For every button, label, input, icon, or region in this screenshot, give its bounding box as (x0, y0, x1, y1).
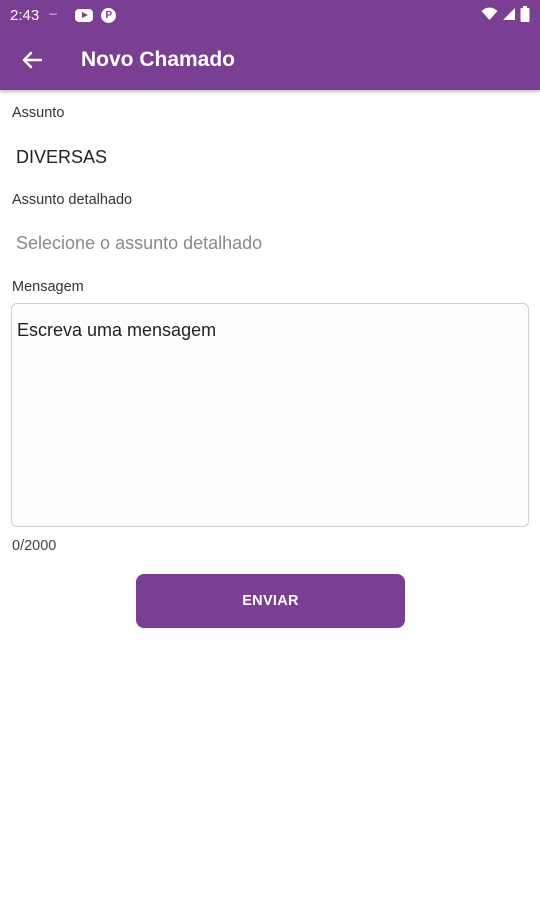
battery-icon (520, 6, 530, 22)
send-button[interactable]: ENVIAR (136, 574, 405, 628)
page-title: Novo Chamado (81, 48, 236, 71)
data-saver-icon: -·- (49, 9, 57, 20)
message-char-counter: 0/2000 (12, 538, 57, 554)
arrow-left-icon (22, 51, 42, 69)
back-button[interactable] (0, 30, 64, 90)
message-input[interactable]: Escreva uma mensagem (11, 303, 529, 527)
p-app-icon: P (101, 7, 117, 23)
status-bar: 2:43 -·- P (0, 0, 540, 30)
signal-icon (503, 8, 515, 20)
subject-select[interactable]: DIVERSAS (16, 147, 107, 168)
message-label: Mensagem (12, 279, 84, 295)
status-time: 2:43 (10, 6, 40, 24)
message-placeholder: Escreva uma mensagem (17, 320, 217, 340)
detailed-subject-select[interactable]: Selecione o assunto detalhado (16, 233, 262, 254)
detailed-subject-label: Assunto detalhado (12, 192, 133, 208)
app-bar: Novo Chamado (0, 30, 540, 90)
wifi-icon (481, 7, 498, 20)
subject-label: Assunto (12, 105, 65, 121)
youtube-icon (75, 8, 94, 22)
